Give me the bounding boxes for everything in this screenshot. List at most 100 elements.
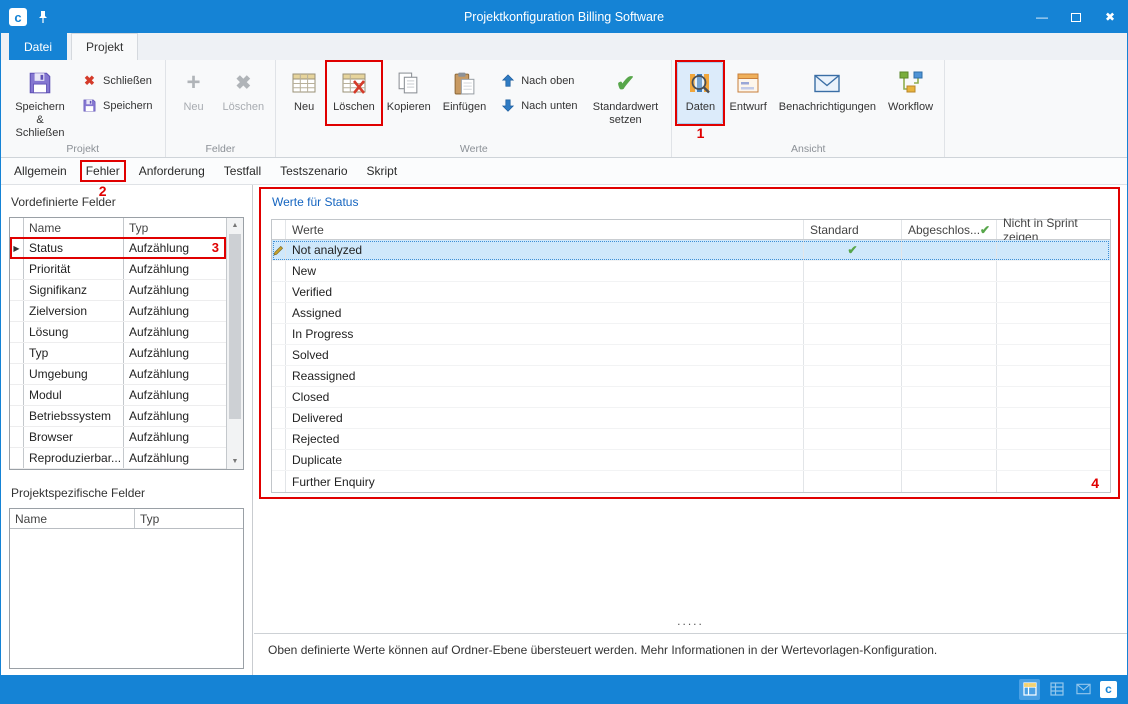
standard-cell[interactable] — [804, 261, 902, 281]
panel-splitter-handle[interactable]: ..... — [254, 615, 1127, 627]
field-typ-cell[interactable]: Aufzählung — [124, 427, 226, 447]
field-name-cell[interactable]: Reproduzierbar... — [24, 448, 124, 468]
close-button[interactable]: ✖ — [1093, 1, 1127, 33]
abgeschlossen-cell[interactable] — [902, 366, 997, 386]
abgeschlossen-cell[interactable] — [902, 240, 997, 260]
pin-icon[interactable] — [37, 10, 49, 24]
value-row[interactable]: In Progress — [272, 324, 1110, 345]
value-cell[interactable]: Not analyzed — [286, 240, 804, 260]
standard-cell[interactable] — [804, 450, 902, 470]
entwurf-button[interactable]: Entwurf — [723, 62, 772, 124]
werte-loeschen-button[interactable]: Löschen — [327, 62, 381, 124]
sprint-cell[interactable] — [997, 408, 1110, 428]
save-button[interactable]: Speichern — [77, 95, 157, 116]
standard-cell[interactable] — [804, 429, 902, 449]
minimize-button[interactable]: — — [1025, 1, 1059, 33]
statusbar-table-icon[interactable] — [1046, 679, 1067, 700]
werte-neu-button[interactable]: Neu — [281, 62, 327, 124]
sprint-cell[interactable] — [997, 387, 1110, 407]
standard-cell[interactable] — [804, 471, 902, 492]
standard-cell[interactable]: ✔ — [804, 240, 902, 260]
abgeschlossen-cell[interactable] — [902, 282, 997, 302]
tab-testfall[interactable]: Testfall — [221, 162, 264, 180]
sprint-cell[interactable] — [997, 429, 1110, 449]
field-row-status[interactable]: 3 ▶ Status Aufzählung — [10, 238, 226, 259]
sprint-cell[interactable] — [997, 240, 1110, 260]
field-name-cell[interactable]: Signifikanz — [24, 280, 124, 300]
scroll-up-icon[interactable]: ▲ — [227, 218, 243, 233]
field-name-cell[interactable]: Betriebssystem — [24, 406, 124, 426]
value-row[interactable]: Reassigned — [272, 366, 1110, 387]
value-cell[interactable]: New — [286, 261, 804, 281]
sprint-cell[interactable] — [997, 366, 1110, 386]
sprint-cell[interactable] — [997, 450, 1110, 470]
tab-anforderung[interactable]: Anforderung — [136, 162, 208, 180]
abgeschlossen-cell[interactable] — [902, 387, 997, 407]
field-row[interactable]: Browser Aufzählung — [10, 427, 226, 448]
statusbar-logo-icon[interactable]: c — [1100, 681, 1117, 698]
standard-cell[interactable] — [804, 345, 902, 365]
standard-cell[interactable] — [804, 387, 902, 407]
abgeschlossen-cell[interactable] — [902, 471, 997, 492]
value-cell[interactable]: Rejected — [286, 429, 804, 449]
workflow-button[interactable]: Workflow — [882, 62, 939, 124]
field-typ-cell[interactable]: Aufzählung — [124, 385, 226, 405]
nach-oben-button[interactable]: Nach oben — [495, 70, 581, 91]
felder-neu-button[interactable]: + Neu — [171, 62, 217, 124]
standard-cell[interactable] — [804, 282, 902, 302]
value-cell[interactable]: Closed — [286, 387, 804, 407]
field-row[interactable]: Lösung Aufzählung — [10, 322, 226, 343]
column-header-typ[interactable]: Typ — [124, 218, 226, 237]
save-and-close-button[interactable]: Speichern & Schließen — [6, 62, 74, 143]
standardwert-setzen-button[interactable]: ✔ Standardwert setzen — [584, 62, 666, 130]
field-typ-cell[interactable]: Aufzählung — [124, 280, 226, 300]
scrollbar-thumb[interactable] — [229, 234, 241, 419]
field-name-cell[interactable]: Typ — [24, 343, 124, 363]
einfuegen-button[interactable]: Einfügen — [437, 62, 492, 124]
field-row[interactable]: Priorität Aufzählung — [10, 259, 226, 280]
scroll-down-icon[interactable]: ▼ — [227, 454, 243, 469]
tab-datei[interactable]: Datei — [9, 33, 67, 60]
value-row[interactable]: Duplicate — [272, 450, 1110, 471]
maximize-button[interactable] — [1059, 1, 1093, 33]
tab-testszenario[interactable]: Testszenario — [277, 162, 350, 180]
column-header-typ[interactable]: Typ — [135, 509, 243, 528]
column-header-sprint[interactable]: Nicht in Sprint zeigen — [997, 220, 1110, 239]
field-name-cell[interactable]: Status — [24, 238, 124, 258]
value-cell[interactable]: Reassigned — [286, 366, 804, 386]
kopieren-button[interactable]: Kopieren — [381, 62, 437, 124]
field-name-cell[interactable]: Zielversion — [24, 301, 124, 321]
field-name-cell[interactable]: Umgebung — [24, 364, 124, 384]
app-logo-icon[interactable]: c — [9, 8, 27, 26]
field-typ-cell[interactable]: Aufzählung — [124, 364, 226, 384]
value-row[interactable]: Closed — [272, 387, 1110, 408]
field-row[interactable]: Betriebssystem Aufzählung — [10, 406, 226, 427]
value-cell[interactable]: Assigned — [286, 303, 804, 323]
value-row[interactable]: Further Enquiry — [272, 471, 1110, 492]
sprint-cell[interactable] — [997, 261, 1110, 281]
field-row[interactable]: Reproduzierbar... Aufzählung — [10, 448, 226, 469]
standard-cell[interactable] — [804, 366, 902, 386]
field-name-cell[interactable]: Priorität — [24, 259, 124, 279]
statusbar-mail-icon[interactable] — [1073, 679, 1094, 700]
benachrichtigungen-button[interactable]: Benachrichtigungen — [773, 62, 882, 124]
sprint-cell[interactable] — [997, 324, 1110, 344]
daten-button[interactable]: 1 Daten — [677, 62, 723, 124]
standard-cell[interactable] — [804, 408, 902, 428]
sprint-cell[interactable] — [997, 282, 1110, 302]
sprint-cell[interactable] — [997, 345, 1110, 365]
felder-loeschen-button[interactable]: ✖ Löschen — [217, 62, 271, 124]
value-row[interactable]: New — [272, 261, 1110, 282]
tab-skript[interactable]: Skript — [364, 162, 401, 180]
value-cell[interactable]: In Progress — [286, 324, 804, 344]
sprint-cell[interactable] — [997, 471, 1110, 492]
field-typ-cell[interactable]: Aufzählung — [124, 301, 226, 321]
value-cell[interactable]: Delivered — [286, 408, 804, 428]
field-name-cell[interactable]: Lösung — [24, 322, 124, 342]
close-project-button[interactable]: ✖ Schließen — [77, 70, 157, 91]
value-row[interactable]: Delivered — [272, 408, 1110, 429]
field-row[interactable]: Signifikanz Aufzählung — [10, 280, 226, 301]
abgeschlossen-cell[interactable] — [902, 450, 997, 470]
field-typ-cell[interactable]: Aufzählung — [124, 238, 226, 258]
column-header-abgeschlossen[interactable]: Abgeschlos... ✔ — [902, 220, 997, 239]
